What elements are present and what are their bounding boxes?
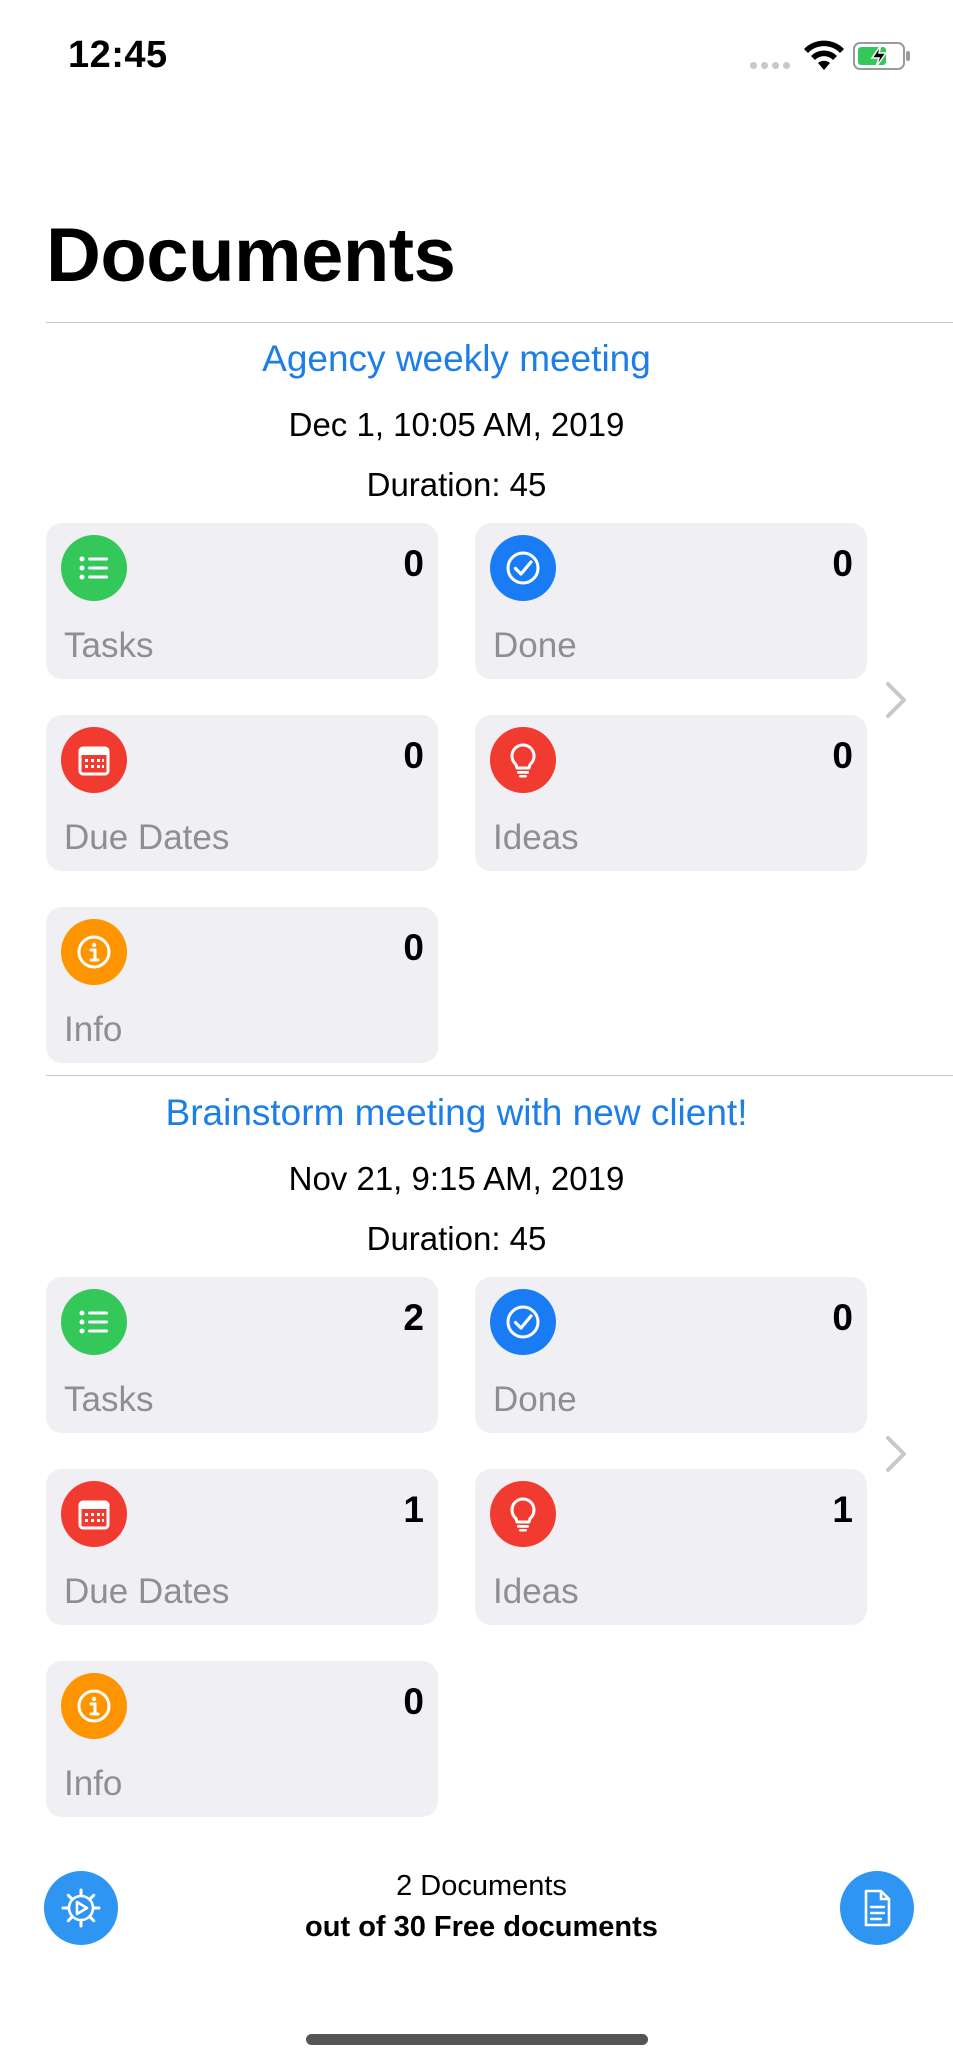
info-card[interactable]: 0 Info — [46, 1661, 438, 1817]
done-card[interactable]: 0 Done — [475, 1277, 867, 1433]
ideas-count: 0 — [832, 735, 853, 776]
due-dates-label: Due Dates — [64, 818, 230, 857]
tasks-count: 0 — [403, 543, 424, 584]
document-title[interactable]: Brainstorm meeting with new client! — [0, 1092, 913, 1134]
info-icon — [61, 919, 127, 985]
list-icon — [61, 535, 127, 601]
lightbulb-icon — [490, 1481, 556, 1547]
tasks-label: Tasks — [64, 626, 154, 665]
done-label: Done — [493, 626, 577, 665]
info-icon — [61, 1673, 127, 1739]
done-count: 0 — [832, 1297, 853, 1338]
done-label: Done — [493, 1380, 577, 1419]
calendar-icon — [61, 1481, 127, 1547]
divider — [46, 322, 953, 323]
info-label: Info — [64, 1764, 123, 1803]
due-dates-card[interactable]: 1 Due Dates — [46, 1469, 438, 1625]
tasks-card[interactable]: 2 Tasks — [46, 1277, 438, 1433]
document-date: Nov 21, 9:15 AM, 2019 — [288, 1160, 625, 1197]
divider — [46, 1075, 953, 1076]
status-time: 12:45 — [68, 34, 168, 76]
due-dates-count: 1 — [403, 1489, 424, 1530]
wifi-icon — [804, 40, 844, 70]
document-limit: out of 30 Free documents — [305, 1911, 658, 1943]
document-date: Dec 1, 10:05 AM, 2019 — [288, 406, 625, 443]
checkmark-circle-icon — [490, 1289, 556, 1355]
ideas-label: Ideas — [493, 818, 579, 857]
tasks-label: Tasks — [64, 1380, 154, 1419]
ideas-count: 1 — [832, 1489, 853, 1530]
list-icon — [61, 1289, 127, 1355]
calendar-icon — [61, 727, 127, 793]
info-label: Info — [64, 1010, 123, 1049]
done-card[interactable]: 0 Done — [475, 523, 867, 679]
status-bar: 12:45 — [0, 0, 953, 110]
checkmark-circle-icon — [490, 535, 556, 601]
document-count: 2 Documents — [396, 1870, 567, 1902]
page-title: Documents — [46, 213, 456, 298]
tasks-count: 2 — [403, 1297, 424, 1338]
document-duration: Duration: 45 — [366, 1220, 547, 1257]
document-count-summary: 2 Documents out of 30 Free documents — [0, 1870, 953, 1944]
lightbulb-icon — [490, 727, 556, 793]
info-count: 0 — [403, 927, 424, 968]
ideas-label: Ideas — [493, 1572, 579, 1611]
chevron-right-icon[interactable] — [884, 1434, 908, 1474]
due-dates-card[interactable]: 0 Due Dates — [46, 715, 438, 871]
done-count: 0 — [832, 543, 853, 584]
info-count: 0 — [403, 1681, 424, 1722]
chevron-right-icon[interactable] — [884, 680, 908, 720]
due-dates-label: Due Dates — [64, 1572, 230, 1611]
ideas-card[interactable]: 1 Ideas — [475, 1469, 867, 1625]
ideas-card[interactable]: 0 Ideas — [475, 715, 867, 871]
due-dates-count: 0 — [403, 735, 424, 776]
new-document-button[interactable] — [840, 1871, 914, 1945]
document-title[interactable]: Agency weekly meeting — [0, 338, 913, 380]
document-duration: Duration: 45 — [366, 466, 547, 503]
info-card[interactable]: 0 Info — [46, 907, 438, 1063]
battery-charging-icon — [853, 42, 910, 70]
cellular-signal-icon — [750, 62, 790, 69]
home-indicator[interactable] — [306, 2034, 648, 2045]
tasks-card[interactable]: 0 Tasks — [46, 523, 438, 679]
new-document-icon — [864, 1889, 891, 1927]
